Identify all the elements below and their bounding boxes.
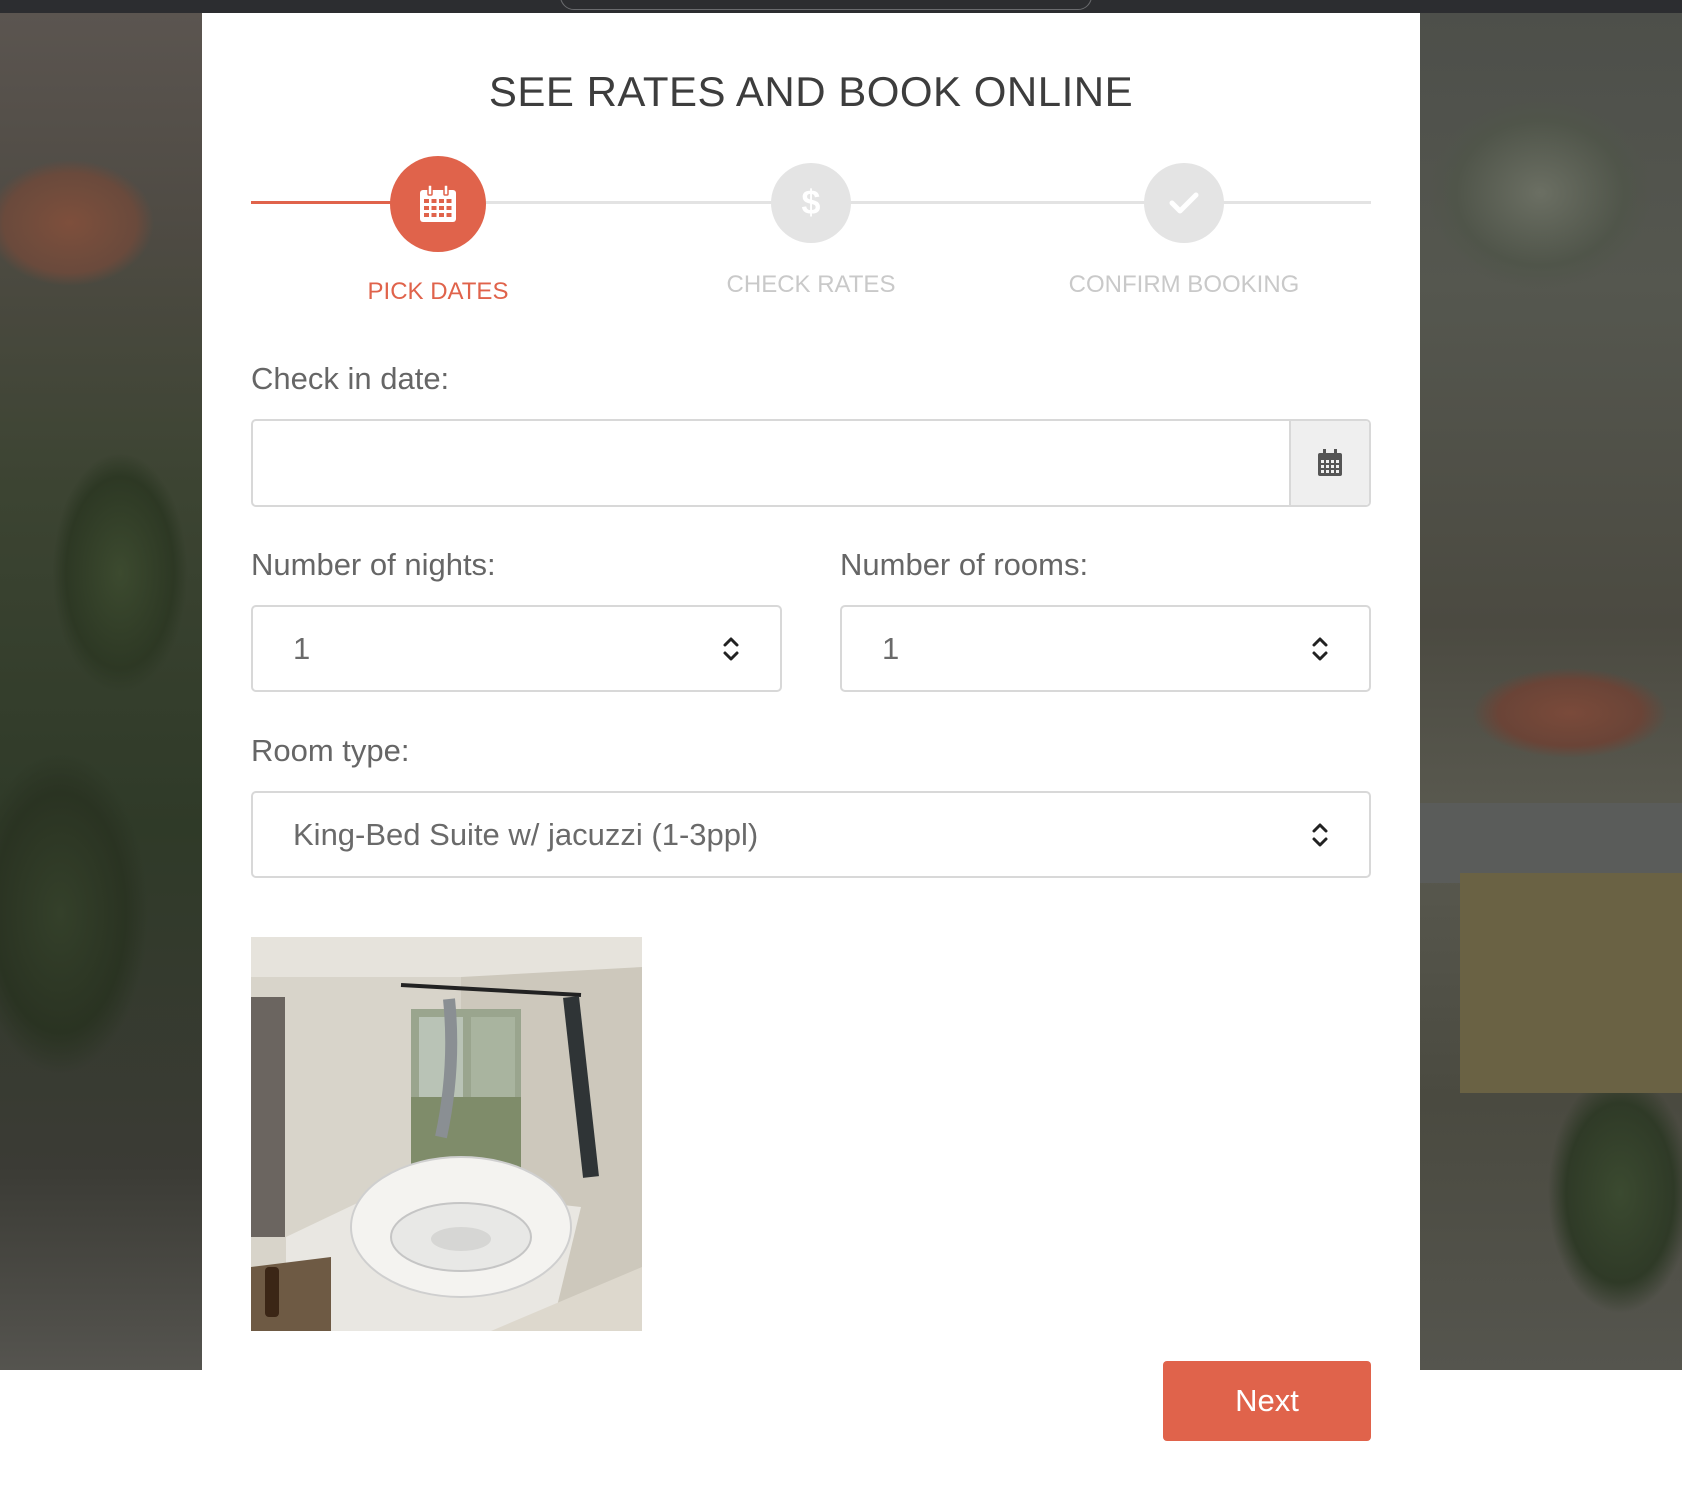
step-label-pick-dates: PICK DATES <box>367 278 509 305</box>
checkin-date-input[interactable] <box>251 419 1371 507</box>
room-type-select[interactable]: King-Bed Suite w/ jacuzzi (1-3ppl) <box>251 791 1371 878</box>
check-icon <box>1169 192 1199 214</box>
next-button[interactable]: Next <box>1163 1361 1371 1441</box>
browser-tab-outline <box>560 0 1092 10</box>
datepicker-button[interactable] <box>1289 421 1369 505</box>
background-roof <box>1420 803 1682 883</box>
select-chevron-icon <box>723 637 739 660</box>
browser-top-bar <box>0 0 1682 13</box>
step-label-check-rates: CHECK RATES <box>726 271 896 298</box>
checkin-label: Check in date: <box>251 361 450 396</box>
jacuzzi-room-illustration <box>251 937 642 1331</box>
booking-panel: SEE RATES AND BOOK ONLINE $ PICK DATES C… <box>202 13 1420 1507</box>
nights-select[interactable]: 1 <box>251 605 782 692</box>
dollar-icon: $ <box>801 183 821 222</box>
room-type-value: King-Bed Suite w/ jacuzzi (1-3ppl) <box>293 816 759 852</box>
room-type-label: Room type: <box>251 733 410 768</box>
step-pick-dates[interactable] <box>390 156 486 252</box>
step-check-rates[interactable]: $ <box>771 163 851 243</box>
rooms-select[interactable]: 1 <box>840 605 1371 692</box>
step-label-confirm-booking: CONFIRM BOOKING <box>1068 271 1300 298</box>
page-title: SEE RATES AND BOOK ONLINE <box>488 68 1134 115</box>
room-photo <box>251 937 642 1331</box>
rooms-value: 1 <box>882 630 900 666</box>
background-photo-right <box>1420 13 1682 1370</box>
calendar-icon <box>1318 449 1342 476</box>
background-photo-left <box>0 13 202 1370</box>
select-chevron-icon <box>1312 823 1328 846</box>
stepper-track-line <box>416 201 1371 204</box>
step-confirm-booking[interactable] <box>1144 163 1224 243</box>
nights-label: Number of nights: <box>251 547 496 582</box>
calendar-icon <box>420 184 456 222</box>
rooms-label: Number of rooms: <box>840 547 1089 582</box>
background-building <box>1460 873 1682 1093</box>
nights-value: 1 <box>293 630 311 666</box>
select-chevron-icon <box>1312 637 1328 660</box>
